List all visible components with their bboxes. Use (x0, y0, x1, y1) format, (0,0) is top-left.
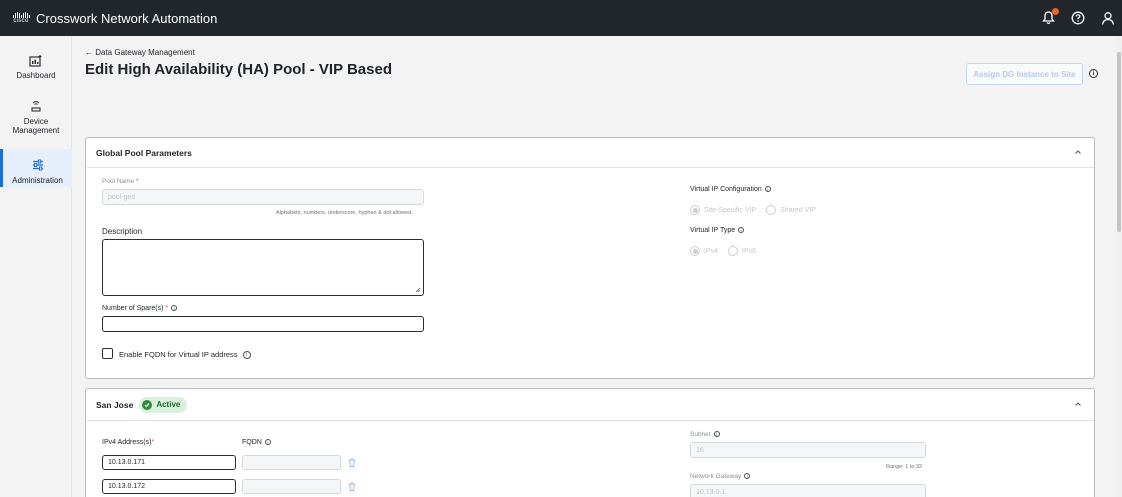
pool-name-hint: Alphabets, numbers, underscore, hyphen &… (276, 210, 413, 216)
site-card: San Jose Active IPv4 Address(s)* FQDN i 1… (85, 388, 1095, 497)
ipv4-address-input[interactable]: 10.13.0.171 (102, 455, 236, 470)
subnet-hint: Range: 1 to 32 (886, 464, 923, 470)
main-content: ← Data Gateway Management Edit High Avai… (72, 36, 1116, 497)
administration-icon (31, 157, 45, 173)
site-header[interactable]: San Jose Active (86, 389, 1094, 421)
dashboard-icon (29, 52, 43, 68)
vip-config-radio-group: Site-Specific VIP Shared VIP (690, 205, 816, 215)
check-circle-icon (142, 399, 153, 410)
radio-label: Site-Specific VIP (704, 206, 757, 214)
back-link[interactable]: ← Data Gateway Management (85, 48, 195, 57)
subnet-label: Subnet i (690, 431, 720, 438)
info-icon[interactable]: i (744, 473, 751, 480)
description-textarea[interactable] (102, 239, 424, 296)
site-name: San Jose (96, 399, 134, 410)
user-icon[interactable] (1100, 10, 1116, 26)
ipv4-label: IPv4 Address(s)* (102, 439, 155, 446)
logo-text: cisco (13, 17, 29, 24)
radio-label: IPv4 (704, 247, 719, 255)
info-icon[interactable]: i (738, 227, 745, 234)
fqdn-label: FQDN i (242, 439, 271, 446)
notifications-icon[interactable] (1040, 8, 1059, 26)
global-pool-header[interactable]: Global Pool Parameters (86, 138, 1094, 168)
sidebar-item-device-management[interactable]: Device Management (0, 98, 72, 135)
sidebar-item-label: Device Management (12, 117, 60, 135)
chevron-up-icon[interactable] (1074, 400, 1082, 408)
fqdn-checkbox-label: Enable FQDN for Virtual IP address i (119, 350, 251, 360)
sidebar-item-label: Dashboard (16, 71, 56, 80)
spares-label: Number of Spare(s) * i (102, 305, 178, 312)
scrollbar-thumb[interactable] (1117, 52, 1121, 232)
trash-icon[interactable] (348, 482, 356, 491)
device-icon (29, 98, 43, 114)
help-icon[interactable] (1070, 10, 1086, 26)
radio-ipv4[interactable] (690, 246, 700, 256)
global-pool-card: Global Pool Parameters Pool Name * pool-… (85, 137, 1095, 379)
radio-site-specific-vip[interactable] (690, 205, 700, 215)
notification-badge (1052, 8, 1059, 15)
subnet-input[interactable]: 16 (690, 442, 926, 458)
top-bar: cisco Crosswork Network Automation (0, 0, 1122, 36)
spares-input[interactable] (102, 316, 424, 332)
app-title: Crosswork Network Automation (36, 10, 218, 26)
page-title: Edit High Availability (HA) Pool - VIP B… (85, 61, 392, 78)
vip-type-radio-group: IPv4 IPv6 (690, 246, 756, 256)
chevron-up-icon[interactable] (1074, 148, 1082, 156)
description-label: Description (102, 227, 143, 236)
sidebar-item-dashboard[interactable]: Dashboard (0, 52, 72, 80)
info-icon[interactable]: i (1089, 69, 1098, 78)
card-title: Global Pool Parameters (96, 147, 192, 158)
gateway-input[interactable]: 10.13.0.1 (690, 484, 926, 497)
vip-type-label: Virtual IP Type i (690, 227, 745, 234)
radio-ipv6[interactable] (728, 246, 739, 256)
fqdn-input[interactable] (242, 455, 341, 470)
pool-name-label: Pool Name * (102, 178, 139, 185)
trash-icon[interactable] (348, 458, 356, 467)
ipv4-address-input[interactable]: 10.13.0.172 (102, 479, 236, 494)
brand[interactable]: cisco Crosswork Network Automation (10, 11, 217, 26)
assign-dg-instance-button[interactable]: Assign DG Instance to Site (966, 63, 1083, 85)
cisco-logo: cisco (10, 11, 32, 25)
fqdn-input[interactable] (242, 479, 341, 494)
info-icon[interactable]: i (264, 439, 271, 446)
gateway-label: Network Gateway i (690, 473, 751, 480)
radio-shared-vip[interactable] (766, 205, 777, 215)
sidebar-item-label: Administration (12, 176, 63, 185)
sidebar-item-administration[interactable]: Administration (0, 149, 72, 187)
vip-config-label: Virtual IP Configuration i (690, 186, 771, 193)
status-badge: Active (139, 396, 188, 413)
info-icon[interactable]: i (764, 186, 771, 193)
resize-handle-icon[interactable] (415, 287, 421, 293)
fqdn-checkbox[interactable] (102, 348, 113, 359)
pool-name-input[interactable]: pool-geo (102, 189, 424, 205)
info-icon[interactable]: i (171, 305, 178, 312)
radio-label: Shared VIP (780, 206, 816, 214)
info-icon[interactable]: i (242, 351, 251, 360)
sidebar: Dashboard Device Management Administrati… (0, 36, 72, 497)
info-icon[interactable]: i (713, 431, 720, 438)
radio-label: IPv6 (742, 247, 757, 255)
